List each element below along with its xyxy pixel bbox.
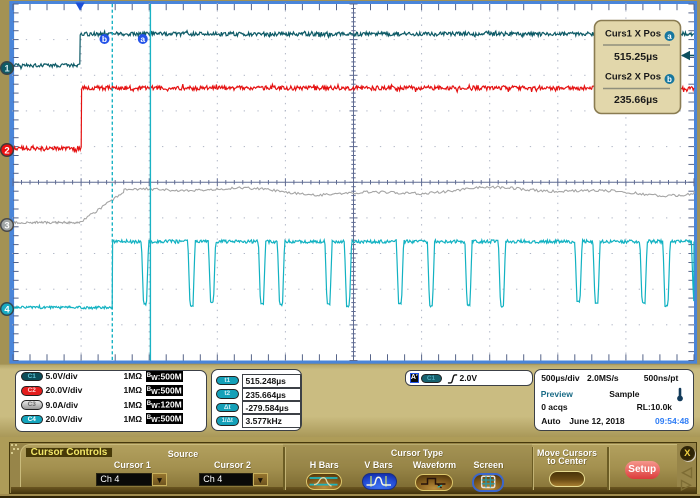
svg-text:Curs2 X Pos: Curs2 X Pos	[605, 72, 661, 83]
svg-text:235.66µs: 235.66µs	[614, 94, 658, 106]
svg-text:Curs1 X Pos: Curs1 X Pos	[605, 29, 661, 40]
svg-text:515.25µs: 515.25µs	[614, 51, 658, 63]
svg-text:4: 4	[4, 305, 10, 316]
svg-text:b: b	[102, 34, 107, 44]
svg-text:b: b	[667, 75, 672, 84]
svg-text:1: 1	[4, 64, 10, 75]
svg-text:a: a	[667, 32, 672, 41]
svg-text:3: 3	[4, 221, 9, 232]
svg-text:2: 2	[4, 146, 9, 157]
svg-text:a: a	[140, 34, 145, 44]
